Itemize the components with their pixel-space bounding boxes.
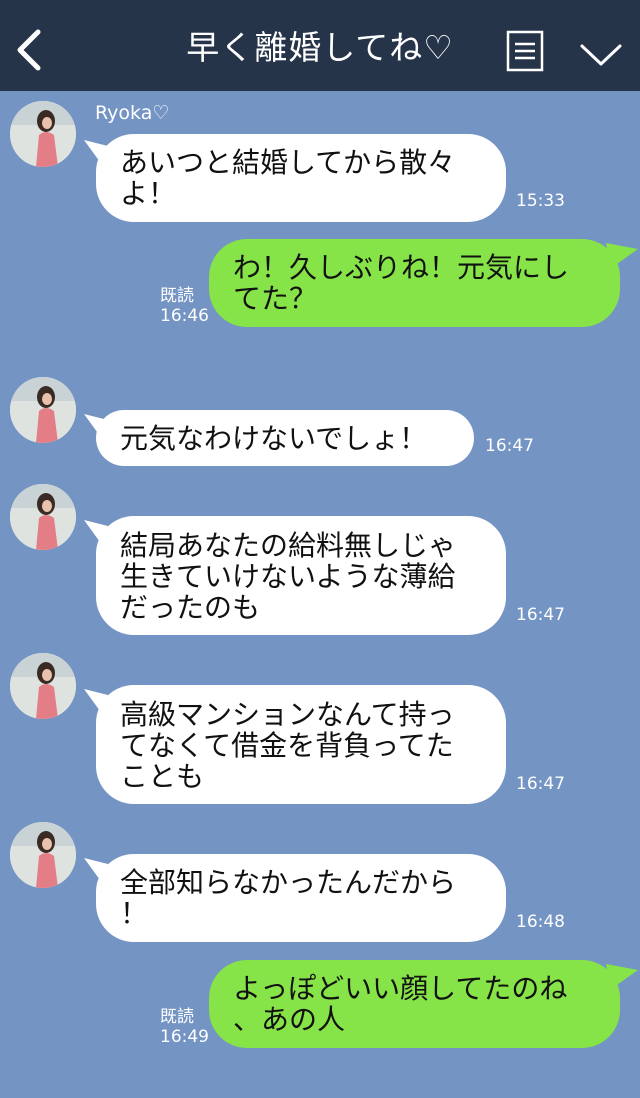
menu-icon (506, 30, 544, 72)
message-time: 16:46 (160, 306, 209, 326)
back-button[interactable] (10, 24, 50, 72)
message-bubble[interactable]: よっぽどいい顔してたのね 、あの人 (209, 960, 620, 1048)
message-time: 16:47 (516, 605, 565, 625)
chat-header: 早く離婚してね♡ (0, 0, 640, 91)
message-bubble[interactable]: 結局あなたの給料無しじゃ 生きていけないような薄給 だったのも (96, 516, 506, 635)
message-time: 16:48 (516, 912, 565, 932)
avatar-photo (10, 653, 76, 719)
chat-title: 早く離婚してね♡ (186, 28, 454, 67)
message-bubble[interactable]: 全部知らなかったんだから ！ (96, 854, 506, 942)
sender-name: Ryoka♡ (95, 102, 170, 124)
avatar[interactable] (10, 822, 76, 888)
menu-button[interactable] (506, 30, 544, 74)
bubble-tail (606, 243, 638, 269)
read-receipt: 既読 (160, 1007, 194, 1027)
read-receipt: 既読 (160, 286, 194, 306)
avatar-photo (10, 377, 76, 443)
chevron-left-icon (17, 29, 41, 71)
avatar-photo (10, 822, 76, 888)
message-bubble[interactable]: わ！久しぶりね！元気にし てた？ (209, 239, 620, 327)
avatar[interactable] (10, 101, 76, 167)
avatar[interactable] (10, 484, 76, 550)
chevron-down-icon (580, 44, 622, 66)
avatar[interactable] (10, 377, 76, 443)
message-bubble[interactable]: 元気なわけないでしょ！ (96, 410, 474, 466)
avatar-photo (10, 484, 76, 550)
bubble-tail (606, 964, 638, 990)
avatar[interactable] (10, 653, 76, 719)
message-time: 16:47 (516, 774, 565, 794)
message-bubble[interactable]: 高級マンションなんて持っ てなくて借金を背負ってた ことも (96, 685, 506, 804)
message-time: 15:33 (516, 191, 565, 211)
collapse-button[interactable] (578, 36, 624, 72)
avatar-photo (10, 101, 76, 167)
message-time: 16:49 (160, 1027, 209, 1047)
message-time: 16:47 (485, 436, 534, 456)
message-bubble[interactable]: あいつと結婚してから散々 よ！ (96, 134, 506, 222)
